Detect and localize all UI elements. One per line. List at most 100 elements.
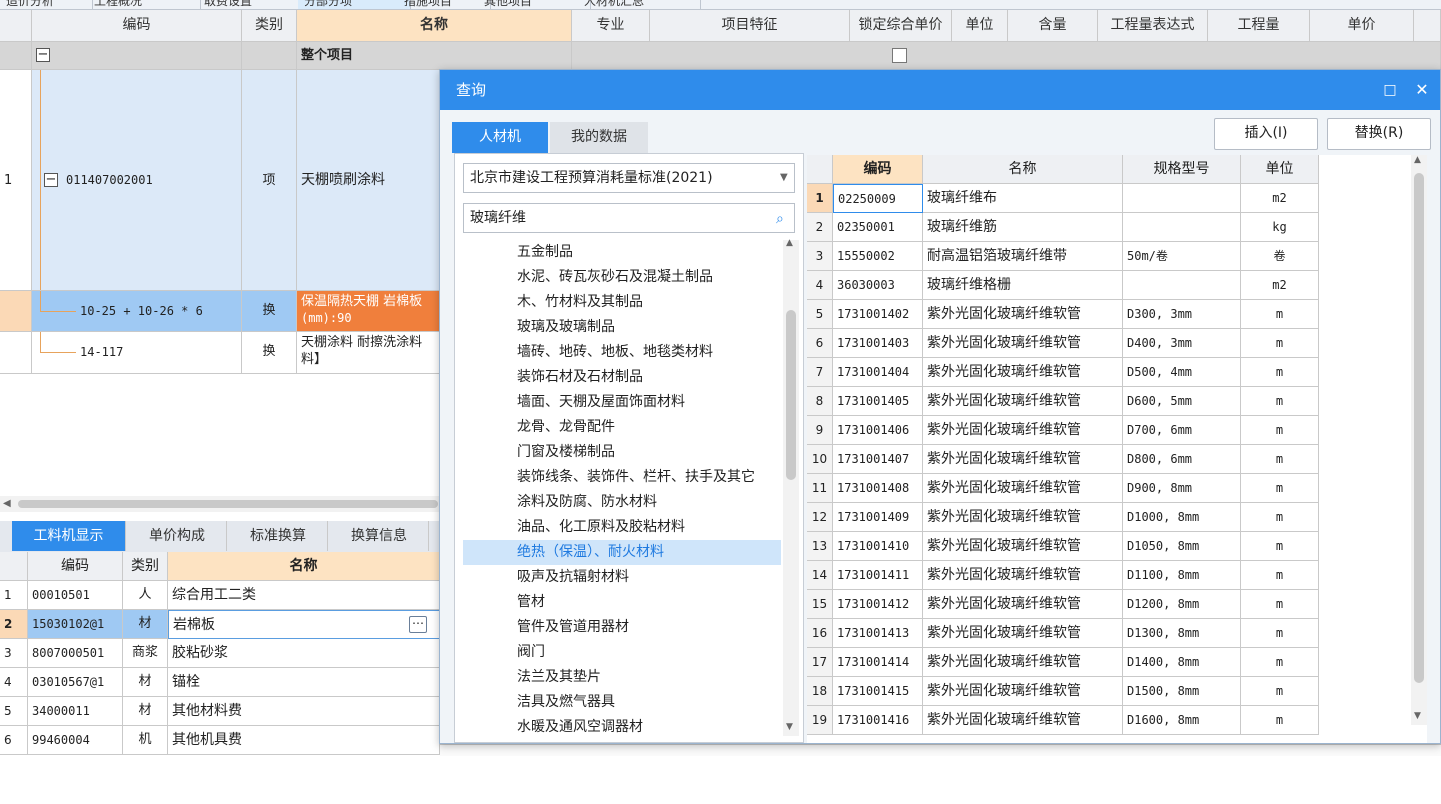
tab-items[interactable]: 分部分项 — [298, 0, 411, 9]
tree-item[interactable]: 水泥、砖瓦灰砂石及混凝土制品 — [463, 265, 781, 290]
table-row[interactable]: 6 1731001403 紫外光固化玻璃纤维软管 D400, 3mm m — [807, 329, 1407, 358]
table-row[interactable]: 5 1731001402 紫外光固化玻璃纤维软管 D300, 3mm m — [807, 300, 1407, 329]
tab-price-composition[interactable]: 单价构成 — [128, 521, 227, 551]
header-code[interactable]: 编码 — [833, 155, 923, 184]
table-row[interactable]: 4 03010567@1 材 锚栓 — [0, 668, 440, 697]
table-row[interactable]: 13 1731001410 紫外光固化玻璃纤维软管 D1050, 8mm m — [807, 532, 1407, 561]
search-input[interactable]: 玻璃纤维 ⌕ — [463, 203, 795, 233]
tab-conversion-info[interactable]: 换算信息 — [330, 521, 429, 551]
table-row[interactable]: 1 02250009 玻璃纤维布 m2 — [807, 184, 1407, 213]
header-content[interactable]: 含量 — [1008, 10, 1098, 42]
tree-item[interactable]: 绝热（保温）、耐火材料 — [463, 540, 781, 565]
header-code[interactable]: 编码 — [28, 552, 123, 581]
tree-item[interactable]: 水暖及通风空调器材 — [463, 715, 781, 736]
table-row[interactable]: 1 00010501 人 综合用工二类 — [0, 581, 440, 610]
table-row[interactable]: 19 1731001416 紫外光固化玻璃纤维软管 D1600, 8mm m — [807, 706, 1407, 735]
tree-item[interactable]: 法兰及其垫片 — [463, 665, 781, 690]
tree-item[interactable]: 阀门 — [463, 640, 781, 665]
restore-icon[interactable]: □ — [1380, 70, 1400, 110]
project-row[interactable]: − 整个项目 — [0, 42, 1441, 70]
tree-vertical-scrollbar[interactable]: ▲ ▼ — [783, 238, 799, 736]
table-row[interactable]: 2 02350001 玻璃纤维筋 kg — [807, 213, 1407, 242]
header-lock-price[interactable]: 锁定综合单价 — [850, 10, 952, 42]
scroll-down-icon[interactable]: ▼ — [1414, 711, 1421, 721]
table-row[interactable]: 3 15550002 耐高温铝箔玻璃纤维带 50m/卷卷 — [807, 242, 1407, 271]
scrollbar-thumb[interactable] — [18, 500, 438, 508]
header-unit[interactable]: 单位 — [1241, 155, 1319, 184]
insert-button[interactable]: 插入(I) — [1214, 118, 1318, 150]
table-row[interactable]: 15 1731001412 紫外光固化玻璃纤维软管 D1200, 8mm m — [807, 590, 1407, 619]
tree-item[interactable]: 洁具及燃气器具 — [463, 690, 781, 715]
tree-item[interactable]: 管材 — [463, 590, 781, 615]
collapse-icon[interactable]: − — [44, 173, 58, 187]
header-unit-price[interactable]: 单价 — [1310, 10, 1414, 42]
header-expression[interactable]: 工程量表达式 — [1098, 10, 1208, 42]
grid-vertical-scrollbar[interactable]: ▲ ▼ — [1411, 155, 1427, 725]
close-icon[interactable]: ✕ — [1410, 70, 1434, 110]
scroll-down-icon[interactable]: ▼ — [786, 722, 793, 732]
tab-fee-settings[interactable]: 取费设置 — [198, 0, 311, 9]
tree-item[interactable]: 管件及管道用器材 — [463, 615, 781, 640]
scroll-left-icon[interactable]: ◀ — [3, 498, 11, 509]
tree-item[interactable]: 玻璃及玻璃制品 — [463, 315, 781, 340]
table-row[interactable]: 8 1731001405 紫外光固化玻璃纤维软管 D600, 5mm m — [807, 387, 1407, 416]
tab-my-data[interactable]: 我的数据 — [550, 122, 648, 153]
dialog-title-bar[interactable]: 查询 □ ✕ — [440, 70, 1440, 110]
table-row[interactable]: 10 1731001407 紫外光固化玻璃纤维软管 D800, 6mm m — [807, 445, 1407, 474]
tree-item[interactable]: 龙骨、龙骨配件 — [463, 415, 781, 440]
search-icon[interactable]: ⌕ — [776, 205, 784, 233]
table-row[interactable]: 16 1731001413 紫外光固化玻璃纤维软管 D1300, 8mm m — [807, 619, 1407, 648]
replace-button[interactable]: 替换(R) — [1327, 118, 1431, 150]
table-row[interactable]: 4 36030003 玻璃纤维格栅 m2 — [807, 271, 1407, 300]
table-row[interactable]: 6 99460004 机 其他机具费 — [0, 726, 440, 755]
tree-item[interactable]: 墙砖、地砖、地板、地毯类材料 — [463, 340, 781, 365]
table-row[interactable]: 5 34000011 材 其他材料费 — [0, 697, 440, 726]
lock-price-checkbox[interactable] — [892, 48, 907, 63]
tree-item[interactable]: 木、竹材料及其制品 — [463, 290, 781, 315]
tab-other-items[interactable]: 其他项目 — [478, 0, 591, 9]
scrollbar-thumb[interactable] — [1414, 173, 1424, 683]
tab-resource-display[interactable]: 工料机显示 — [12, 521, 126, 551]
tree-item[interactable]: 吸声及抗辐射材料 — [463, 565, 781, 590]
tab-materials[interactable]: 人材机 — [452, 122, 548, 153]
tree-item[interactable]: 涂料及防腐、防水材料 — [463, 490, 781, 515]
table-row[interactable]: 9 1731001406 紫外光固化玻璃纤维软管 D700, 6mm m — [807, 416, 1407, 445]
tab-overview[interactable]: 工程概况 — [88, 0, 201, 9]
header-type[interactable]: 类别 — [123, 552, 168, 581]
header-type[interactable]: 类别 — [242, 10, 297, 42]
scrollbar-thumb[interactable] — [786, 310, 796, 480]
tab-cost-analysis[interactable]: 造价分析 — [0, 0, 93, 9]
table-row[interactable]: 18 1731001415 紫外光固化玻璃纤维软管 D1500, 8mm m — [807, 677, 1407, 706]
ellipsis-button[interactable]: ⋯ — [409, 616, 427, 633]
tab-resource-summary[interactable]: 人材机汇总 — [578, 0, 701, 9]
tree-item[interactable]: 门窗及楼梯制品 — [463, 440, 781, 465]
table-row[interactable]: 7 1731001404 紫外光固化玻璃纤维软管 D500, 4mm m — [807, 358, 1407, 387]
header-name[interactable]: 名称 — [923, 155, 1123, 184]
table-row[interactable]: 2 15030102@1 材 岩棉板 ⋯ — [0, 610, 440, 639]
tree-item[interactable]: 五金制品 — [463, 240, 781, 265]
header-code[interactable]: 编码 — [32, 10, 242, 42]
header-specialty[interactable]: 专业 — [572, 10, 650, 42]
header-unit[interactable]: 单位 — [952, 10, 1008, 42]
name-edit-field[interactable]: 岩棉板 ⋯ — [168, 610, 440, 639]
table-row[interactable]: 17 1731001414 紫外光固化玻璃纤维软管 D1400, 8mm m — [807, 648, 1407, 677]
header-name[interactable]: 名称 — [297, 10, 572, 42]
tab-standard-conversion[interactable]: 标准换算 — [229, 521, 328, 551]
table-row[interactable]: 3 8007000501 商浆 胶粘砂浆 — [0, 639, 440, 668]
tree-item[interactable]: 装饰线条、装饰件、栏杆、扶手及其它 — [463, 465, 781, 490]
standard-select[interactable]: 北京市建设工程预算消耗量标准(2021) ▼ — [463, 163, 795, 193]
table-row[interactable]: 12 1731001409 紫外光固化玻璃纤维软管 D1000, 8mm m — [807, 503, 1407, 532]
header-name[interactable]: 名称 — [168, 552, 440, 581]
scroll-up-icon[interactable]: ▲ — [1414, 155, 1421, 165]
main-horizontal-scrollbar[interactable]: ◀ — [0, 496, 440, 512]
collapse-icon[interactable]: − — [36, 48, 50, 62]
header-quantity[interactable]: 工程量 — [1208, 10, 1310, 42]
header-features[interactable]: 项目特征 — [650, 10, 850, 42]
scroll-up-icon[interactable]: ▲ — [786, 238, 793, 248]
tree-item[interactable]: 油品、化工原料及胶粘材料 — [463, 515, 781, 540]
table-row[interactable]: 11 1731001408 紫外光固化玻璃纤维软管 D900, 8mm m — [807, 474, 1407, 503]
tree-item[interactable]: 墙面、天棚及屋面饰面材料 — [463, 390, 781, 415]
header-spec[interactable]: 规格型号 — [1123, 155, 1241, 184]
table-row[interactable]: 14 1731001411 紫外光固化玻璃纤维软管 D1100, 8mm m — [807, 561, 1407, 590]
tree-item[interactable]: 装饰石材及石材制品 — [463, 365, 781, 390]
